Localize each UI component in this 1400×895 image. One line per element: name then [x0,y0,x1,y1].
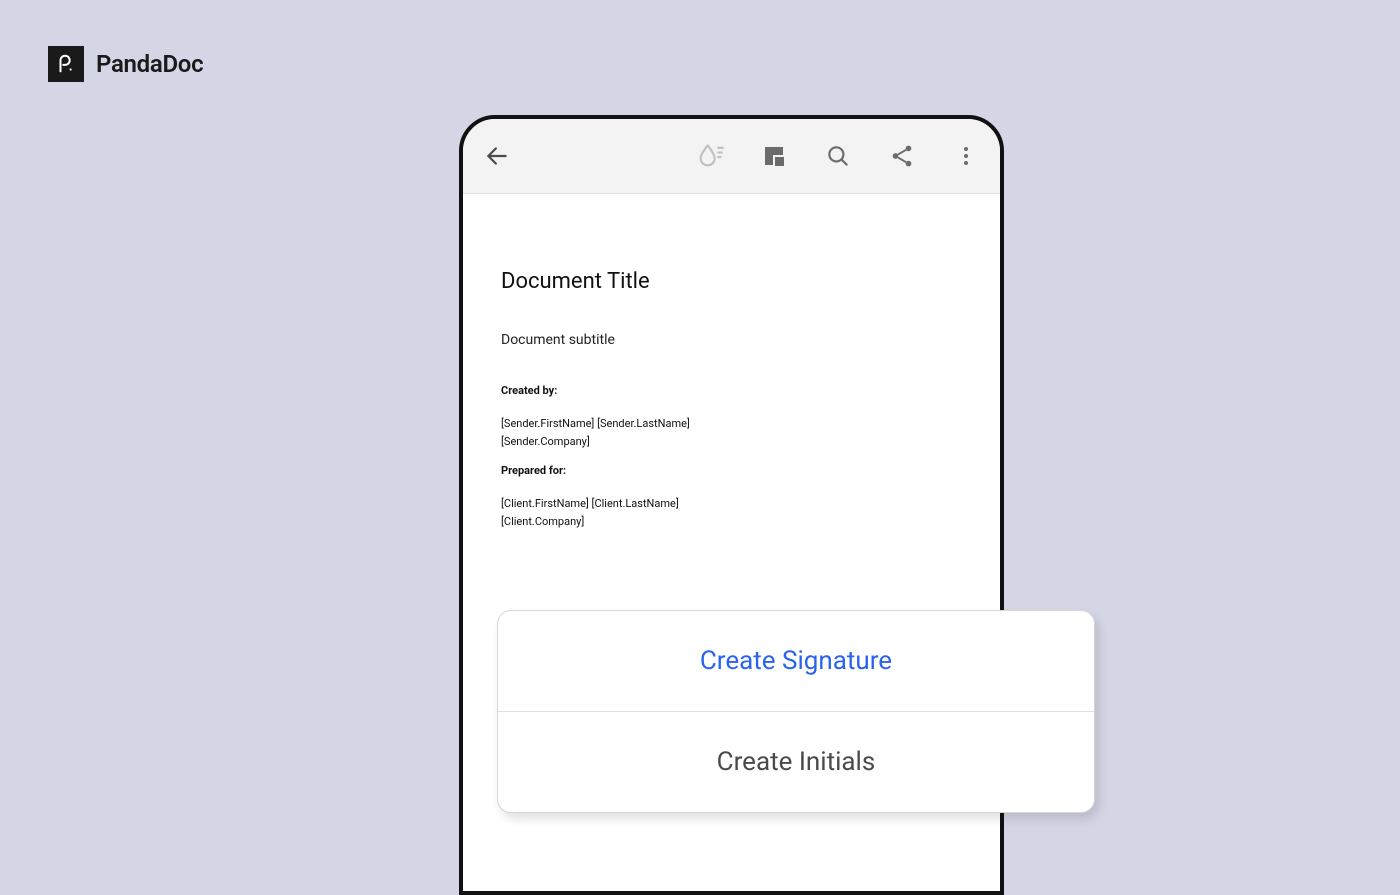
document-preview: Document Title Document subtitle Created… [463,194,1000,564]
sender-company: [Sender.Company] [501,433,962,451]
client-name: [Client.FirstName] [Client.LastName] [501,495,962,513]
back-button[interactable] [483,142,511,170]
search-icon[interactable] [824,142,852,170]
brand-logo: PandaDoc [48,46,203,82]
sender-name: [Sender.FirstName] [Sender.LastName] [501,415,962,433]
share-icon[interactable] [888,142,916,170]
client-company: [Client.Company] [501,513,962,531]
more-vertical-icon[interactable] [952,142,980,170]
created-by-label: Created by: [501,384,962,397]
prepared-for-label: Prepared for: [501,464,962,477]
created-by-block: Created by: [Sender.FirstName] [Sender.L… [501,384,962,450]
document-title: Document Title [501,269,962,294]
prepared-for-block: Prepared for: [Client.FirstName] [Client… [501,464,962,530]
create-initials-button[interactable]: Create Initials [498,712,1094,812]
create-signature-button[interactable]: Create Signature [498,611,1094,711]
document-subtitle: Document subtitle [501,332,962,348]
layout-icon[interactable] [760,142,788,170]
ink-drop-icon[interactable] [696,142,724,170]
brand-name: PandaDoc [96,50,203,78]
brand-mark-icon [48,46,84,82]
app-toolbar [463,119,1000,194]
action-sheet: Create Signature Create Initials [497,610,1095,813]
